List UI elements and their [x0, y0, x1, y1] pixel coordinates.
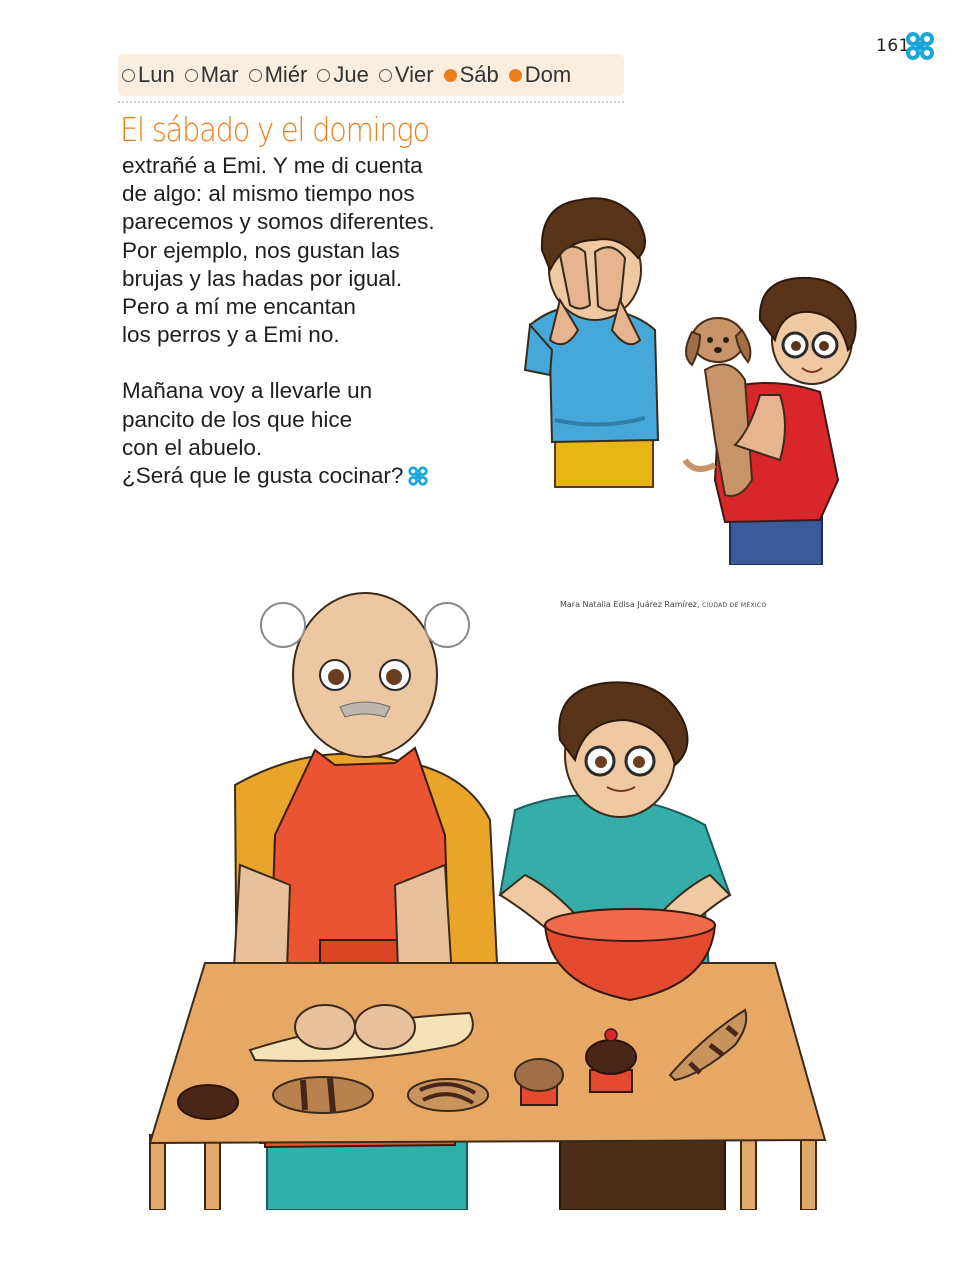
- weekday-mier: Miér: [248, 62, 307, 88]
- weekday-vier: Vier: [378, 62, 434, 88]
- story-paragraph-1: extrañé a Emi. Y me di cuenta de algo: a…: [122, 152, 512, 349]
- story-line: brujas y las hadas por igual.: [122, 265, 403, 291]
- story-line: de algo: al mismo tiempo nos: [122, 181, 415, 207]
- story-paragraph-2: Mañana voy a llevarle un pancito de los …: [122, 377, 512, 490]
- weekday-mar: Mar: [184, 62, 239, 88]
- weekday-jue: Jue: [317, 62, 369, 88]
- weekday-lun: Lun: [122, 62, 175, 88]
- story-line: parecemos y somos diferentes.: [122, 209, 435, 235]
- story-line: con el abuelo.: [122, 434, 263, 460]
- day-marker: [317, 68, 331, 82]
- story-line-last: ¿Será que le gusta cocinar?: [122, 462, 512, 490]
- day-marker: [443, 68, 457, 82]
- story-line: Por ejemplo, nos gustan las: [122, 237, 400, 263]
- story-line: extrañé a Emi. Y me di cuenta: [122, 153, 423, 178]
- knot-logo-icon: [408, 466, 429, 486]
- dotted-divider: [118, 101, 624, 103]
- story-line: Pero a mí me encantan: [122, 294, 356, 320]
- story-line: los perros y a Emi no.: [122, 322, 340, 348]
- day-marker: [248, 68, 262, 82]
- baking-with-grandfather-illustration: [148, 592, 827, 1210]
- story-line: pancito de los que hice: [122, 406, 353, 432]
- story-text: extrañé a Emi. Y me di cuenta de algo: a…: [122, 152, 512, 490]
- weekday-dom: Dom: [508, 62, 571, 88]
- page-title: El sábado y el domingo: [120, 110, 430, 149]
- story-line: Mañana voy a llevarle un: [122, 378, 373, 404]
- shy-child-figure: [523, 197, 660, 488]
- weekday-sab: Sáb: [443, 62, 499, 88]
- day-marker: [122, 68, 135, 82]
- day-marker: [378, 68, 392, 82]
- day-marker: [184, 68, 198, 82]
- children-with-puppy-illustration: [523, 197, 857, 565]
- knot-logo-icon: [906, 32, 934, 60]
- day-marker: [508, 68, 522, 82]
- weekday-bar: Lun Mar Miér Jue Vier Sáb Dom: [118, 54, 624, 96]
